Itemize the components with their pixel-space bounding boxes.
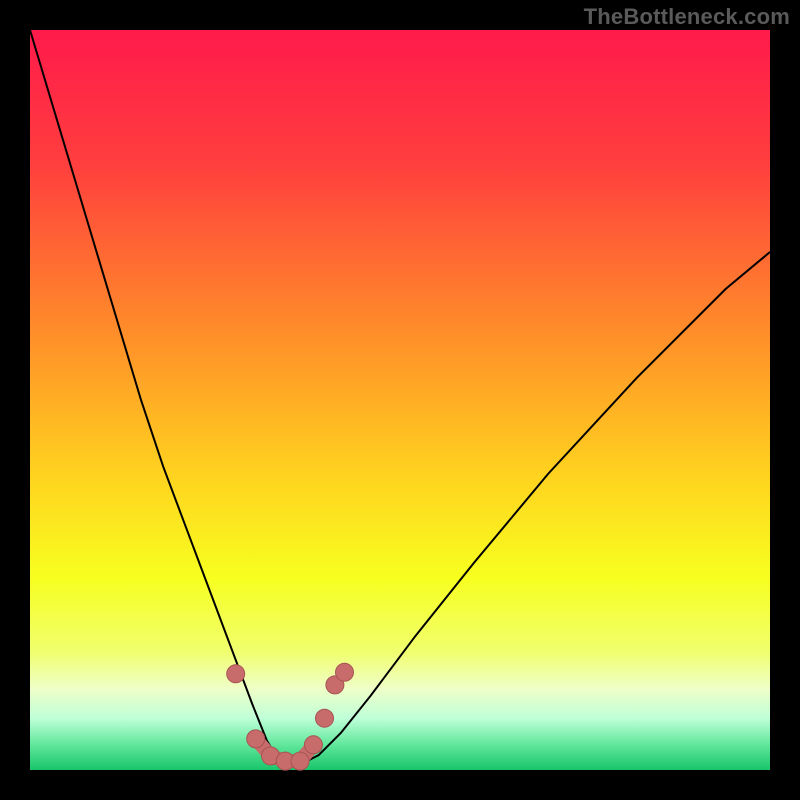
chart-svg <box>0 0 800 800</box>
marker-dot <box>247 730 265 748</box>
marker-dot <box>291 752 309 770</box>
marker-dot <box>227 665 245 683</box>
marker-dot <box>304 736 322 754</box>
marker-dot <box>316 709 334 727</box>
chart-frame: TheBottleneck.com <box>0 0 800 800</box>
marker-dot <box>336 663 354 681</box>
